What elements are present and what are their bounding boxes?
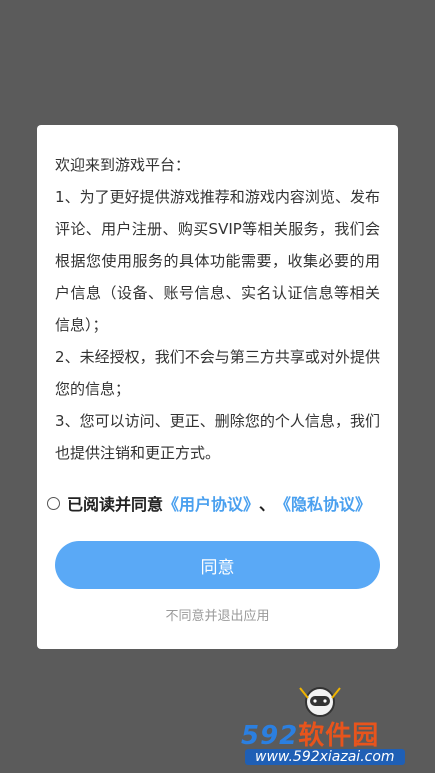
agreement-radio[interactable] xyxy=(47,496,60,510)
policy-paragraph-3: 3、您可以访问、更正、删除您的个人信息，我们也提供注销和更正方式。 xyxy=(55,412,380,462)
decline-exit-link[interactable]: 不同意并退出应用 xyxy=(55,605,380,624)
watermark-url: www.592xiazai.com xyxy=(245,749,405,765)
agreement-separator: 、 xyxy=(259,495,276,514)
watermark-logo: 592软件园 xyxy=(241,715,379,752)
privacy-dialog: 欢迎来到游戏平台： 1、为了更好提供游戏推荐和游戏内容浏览、发布评论、用户注册、… xyxy=(37,125,398,649)
agreement-text: 已阅读并同意 xyxy=(67,495,164,514)
agree-button[interactable]: 同意 xyxy=(55,541,380,589)
policy-paragraph-2: 2、未经授权，我们不会与第三方共享或对外提供您的信息； xyxy=(55,348,380,398)
site-watermark: 592软件园 www.592xiazai.com xyxy=(235,711,435,773)
watermark-number: 592 xyxy=(241,721,299,751)
policy-paragraph-1: 1、为了更好提供游戏推荐和游戏内容浏览、发布评论、用户注册、购买SVIP等相关服… xyxy=(55,188,380,334)
user-agreement-link[interactable]: 《用户协议》 xyxy=(163,491,259,515)
privacy-policy-link[interactable]: 《隐私协议》 xyxy=(275,491,371,515)
dialog-intro: 欢迎来到游戏平台： xyxy=(55,156,191,174)
watermark-name: 软件园 xyxy=(298,721,380,751)
agreement-row: 已阅读并同意 《用户协议》 、 《隐私协议》 xyxy=(47,491,380,515)
